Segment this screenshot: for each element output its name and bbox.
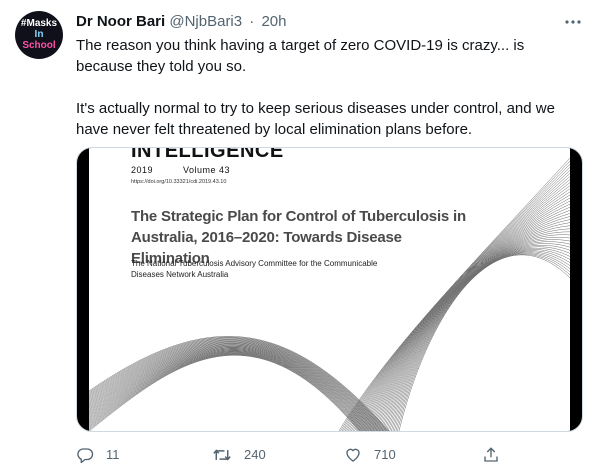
- wave-lines: [89, 157, 570, 431]
- tweet[interactable]: #Masks In School Dr Noor Bari @NjbBari3 …: [0, 0, 598, 475]
- tweet-media-image[interactable]: INTELLIGENCE 2019 Volume 43 https://doi.…: [76, 147, 583, 432]
- retweet-icon: [212, 446, 232, 464]
- tweet-header: Dr Noor Bari @NjbBari3 · 20h: [76, 12, 287, 32]
- reply-count: 11: [106, 447, 120, 462]
- tweet-paragraph-2: It's actually normal to try to keep seri…: [76, 100, 555, 138]
- avatar-badge-text: #Masks In School: [20, 18, 58, 51]
- doi-link: https://doi.org/10.33321/cdi.2019.43.10: [131, 179, 227, 185]
- separator-dot: ·: [249, 13, 255, 30]
- retweet-count: 240: [244, 447, 266, 462]
- retweet-button[interactable]: 240: [212, 444, 266, 466]
- like-count: 710: [374, 447, 396, 462]
- wave-lines-graphic: [89, 157, 570, 431]
- share-icon: [482, 446, 500, 464]
- journal-masthead: INTELLIGENCE: [131, 148, 284, 162]
- document-page: INTELLIGENCE 2019 Volume 43 https://doi.…: [89, 148, 570, 431]
- like-icon: [344, 446, 362, 464]
- share-button[interactable]: [482, 444, 500, 466]
- like-button[interactable]: 710: [344, 444, 396, 466]
- journal-year: 2019: [131, 165, 154, 175]
- more-icon[interactable]: [563, 13, 583, 31]
- avatar[interactable]: #Masks In School: [15, 11, 63, 59]
- tweet-paragraph-1: The reason you think having a target of …: [76, 37, 525, 75]
- tweet-actions: 11 240 710: [76, 444, 556, 466]
- reply-button[interactable]: 11: [76, 444, 120, 466]
- author-name[interactable]: Dr Noor Bari: [76, 13, 165, 30]
- tweet-text: The reason you think having a target of …: [76, 35, 576, 140]
- reply-icon: [76, 446, 94, 464]
- author-handle[interactable]: @NjbBari3: [169, 13, 242, 30]
- tweet-timestamp[interactable]: 20h: [261, 13, 286, 30]
- journal-volume: Volume 43: [183, 165, 231, 175]
- document-authors: The National Tuberculosis Advisory Commi…: [131, 259, 378, 279]
